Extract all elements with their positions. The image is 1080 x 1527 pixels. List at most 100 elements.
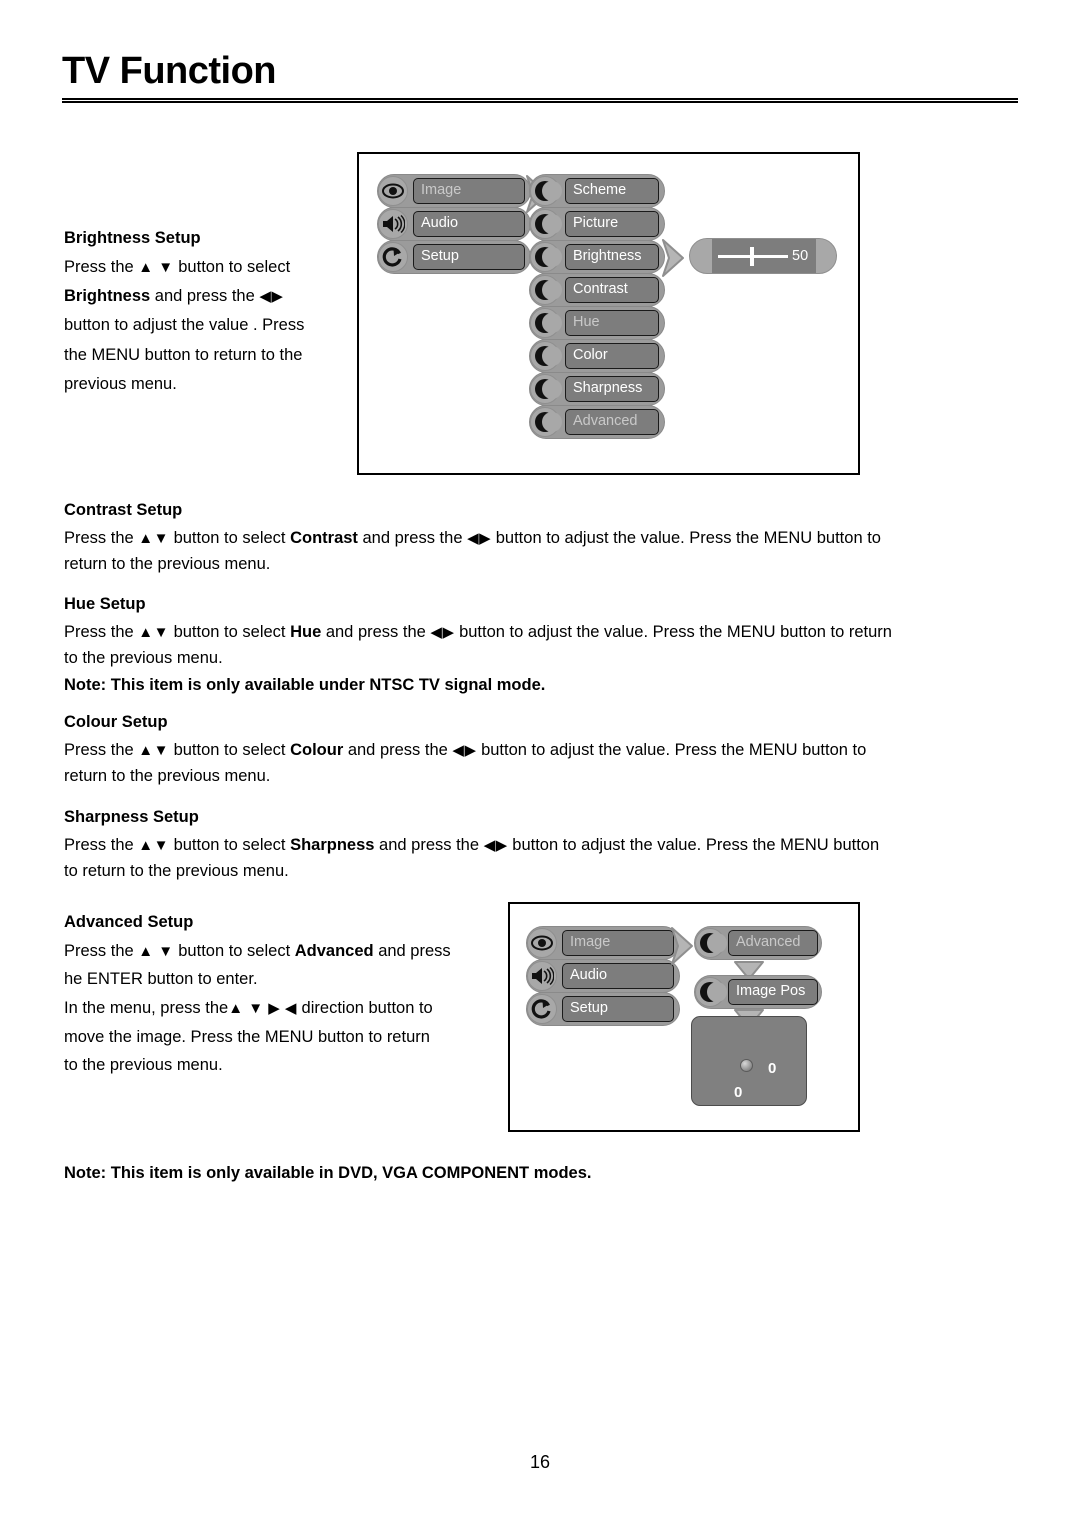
crescent-icon <box>695 977 727 1007</box>
brightness-line3: button to adjust the value . Press <box>64 316 305 335</box>
sharpness-body-mid1: button to select <box>169 835 291 854</box>
position-value-y: 0 <box>734 1084 743 1101</box>
crescent-icon <box>695 928 727 958</box>
page-number: 16 <box>529 1452 551 1472</box>
crescent-icon <box>530 176 562 206</box>
slider-thumb[interactable] <box>750 247 754 266</box>
left-right-arrows-icon: ◀▶ <box>430 623 455 641</box>
image-position-panel[interactable]: 0 0 <box>691 1016 807 1106</box>
submenu-item-picture-label: Picture <box>565 211 659 237</box>
hue-setup-body: Press the ▲▼ button to select Hue and pr… <box>64 619 894 672</box>
brightness-line2-mid: and press the <box>150 286 260 305</box>
brightness-setup-section: Brightness Setup Press the ▲ ▼ button to… <box>64 226 354 399</box>
slider-value: 50 <box>792 248 809 264</box>
colour-body-pre: Press the <box>64 740 139 759</box>
sharpness-keyword: Sharpness <box>290 835 375 854</box>
title-divider <box>62 98 1018 103</box>
colour-setup-heading: Colour Setup <box>64 713 168 731</box>
sharpness-setup-heading: Sharpness Setup <box>64 808 199 826</box>
colour-body-mid1: button to select <box>169 740 291 759</box>
menu-item-image-label: Image <box>562 930 674 956</box>
up-down-arrows-icon: ▲▼ <box>138 623 169 641</box>
crescent-icon <box>530 242 562 272</box>
sharpness-body-pre: Press the <box>64 835 139 854</box>
final-note-section: Note: This item is only available in DVD… <box>64 1160 964 1187</box>
contrast-body-mid2: and press the <box>357 528 468 547</box>
crescent-icon <box>530 341 562 371</box>
speaker-icon <box>527 961 557 991</box>
hue-body-mid1: button to select <box>169 622 291 641</box>
crescent-icon <box>530 374 562 404</box>
submenu-item-brightness-label: Brightness <box>565 244 659 270</box>
submenu-item-hue-label: Hue <box>565 310 659 336</box>
up-down-arrows-icon: ▲ ▼ <box>138 942 174 960</box>
colour-setup-section: Colour Setup Press the ▲▼ button to sele… <box>64 710 894 790</box>
submenu-item-scheme-label: Scheme <box>565 178 659 204</box>
brightness-keyword: Brightness <box>64 286 151 305</box>
advanced-line1-pre: Press the <box>64 941 139 960</box>
final-note-text: Note: This item is only available in DVD… <box>64 1164 592 1182</box>
submenu-item-color-label: Color <box>565 343 659 369</box>
direction-arrows-icon: ▲ ▼ ▶ ◀ <box>228 999 297 1017</box>
contrast-setup-body: Press the ▲▼ button to select Contrast a… <box>64 525 894 578</box>
menu-item-audio-label: Audio <box>562 963 674 989</box>
brightness-setup-body: Press the ▲ ▼ button to select Brightnes… <box>64 253 354 400</box>
advanced-line1-mid: button to select <box>173 941 295 960</box>
left-right-arrows-icon: ◀▶ <box>483 836 508 854</box>
eye-icon <box>378 176 408 206</box>
sharpness-setup-section: Sharpness Setup Press the ▲▼ button to s… <box>64 805 894 885</box>
hue-keyword: Hue <box>290 622 322 641</box>
crescent-icon <box>530 407 562 437</box>
sharpness-setup-body: Press the ▲▼ button to select Sharpness … <box>64 832 894 885</box>
advanced-setup-heading: Advanced Setup <box>64 913 194 931</box>
colour-keyword: Colour <box>290 740 344 759</box>
left-right-arrows-icon: ◀▶ <box>467 529 492 547</box>
hue-body-mid2: and press the <box>321 622 431 641</box>
advanced-line4: move the image. Press the MENU button to… <box>64 1027 430 1046</box>
refresh-icon <box>378 242 408 272</box>
menu-item-image-label: Image <box>413 178 525 204</box>
menu-item-setup-label: Setup <box>413 244 525 270</box>
advanced-line5: to the previous menu. <box>64 1056 223 1075</box>
position-dot-icon[interactable] <box>740 1059 753 1072</box>
contrast-body-mid1: button to select <box>169 528 291 547</box>
crescent-icon <box>530 308 562 338</box>
hue-note: Note: This item is only available under … <box>64 676 546 694</box>
eye-icon <box>527 928 557 958</box>
up-down-arrows-icon: ▲▼ <box>138 529 169 547</box>
left-right-arrows-icon: ◀▶ <box>452 741 477 759</box>
advanced-line1-post: and press <box>373 941 451 960</box>
contrast-setup-heading: Contrast Setup <box>64 501 183 519</box>
page-title: TV Function <box>62 50 277 92</box>
refresh-icon <box>527 994 557 1024</box>
hue-setup-heading: Hue Setup <box>64 595 146 613</box>
brightness-line1-pre: Press the <box>64 257 139 276</box>
crescent-icon <box>530 209 562 239</box>
advanced-keyword: Advanced <box>294 941 374 960</box>
speaker-icon <box>378 209 408 239</box>
left-right-arrows-icon: ◀▶ <box>259 287 284 305</box>
up-down-arrows-icon: ▲▼ <box>138 836 169 854</box>
sharpness-body-mid2: and press the <box>374 835 484 854</box>
submenu-item-advanced-label: Advanced <box>728 930 818 956</box>
position-value-x: 0 <box>768 1060 777 1077</box>
advanced-setup-section: Advanced Setup Press the ▲ ▼ button to s… <box>64 910 509 1080</box>
menu-item-setup-label: Setup <box>562 996 674 1022</box>
hue-setup-section: Hue Setup Press the ▲▼ button to select … <box>64 592 894 699</box>
submenu-item-sharpness-label: Sharpness <box>565 376 659 402</box>
up-down-arrows-icon: ▲ ▼ <box>138 258 174 276</box>
submenu-item-advanced-label: Advanced <box>565 409 659 435</box>
menu-item-audio-label: Audio <box>413 211 525 237</box>
brightness-setup-heading: Brightness Setup <box>64 229 201 247</box>
hue-body-pre: Press the <box>64 622 139 641</box>
submenu-item-contrast-label: Contrast <box>565 277 659 303</box>
colour-body-mid2: and press the <box>343 740 453 759</box>
submenu-item-image-pos-label: Image Pos <box>728 979 818 1005</box>
advanced-line2: he ENTER button to enter. <box>64 970 258 989</box>
brightness-line5: previous menu. <box>64 375 177 393</box>
contrast-setup-section: Contrast Setup Press the ▲▼ button to se… <box>64 498 894 578</box>
up-down-arrows-icon: ▲▼ <box>138 741 169 759</box>
contrast-keyword: Contrast <box>290 528 358 547</box>
advanced-menu-diagram: Image Audio Setup Advanced Image Pos 0 0 <box>508 902 860 1132</box>
brightness-slider[interactable]: 50 <box>689 238 837 274</box>
